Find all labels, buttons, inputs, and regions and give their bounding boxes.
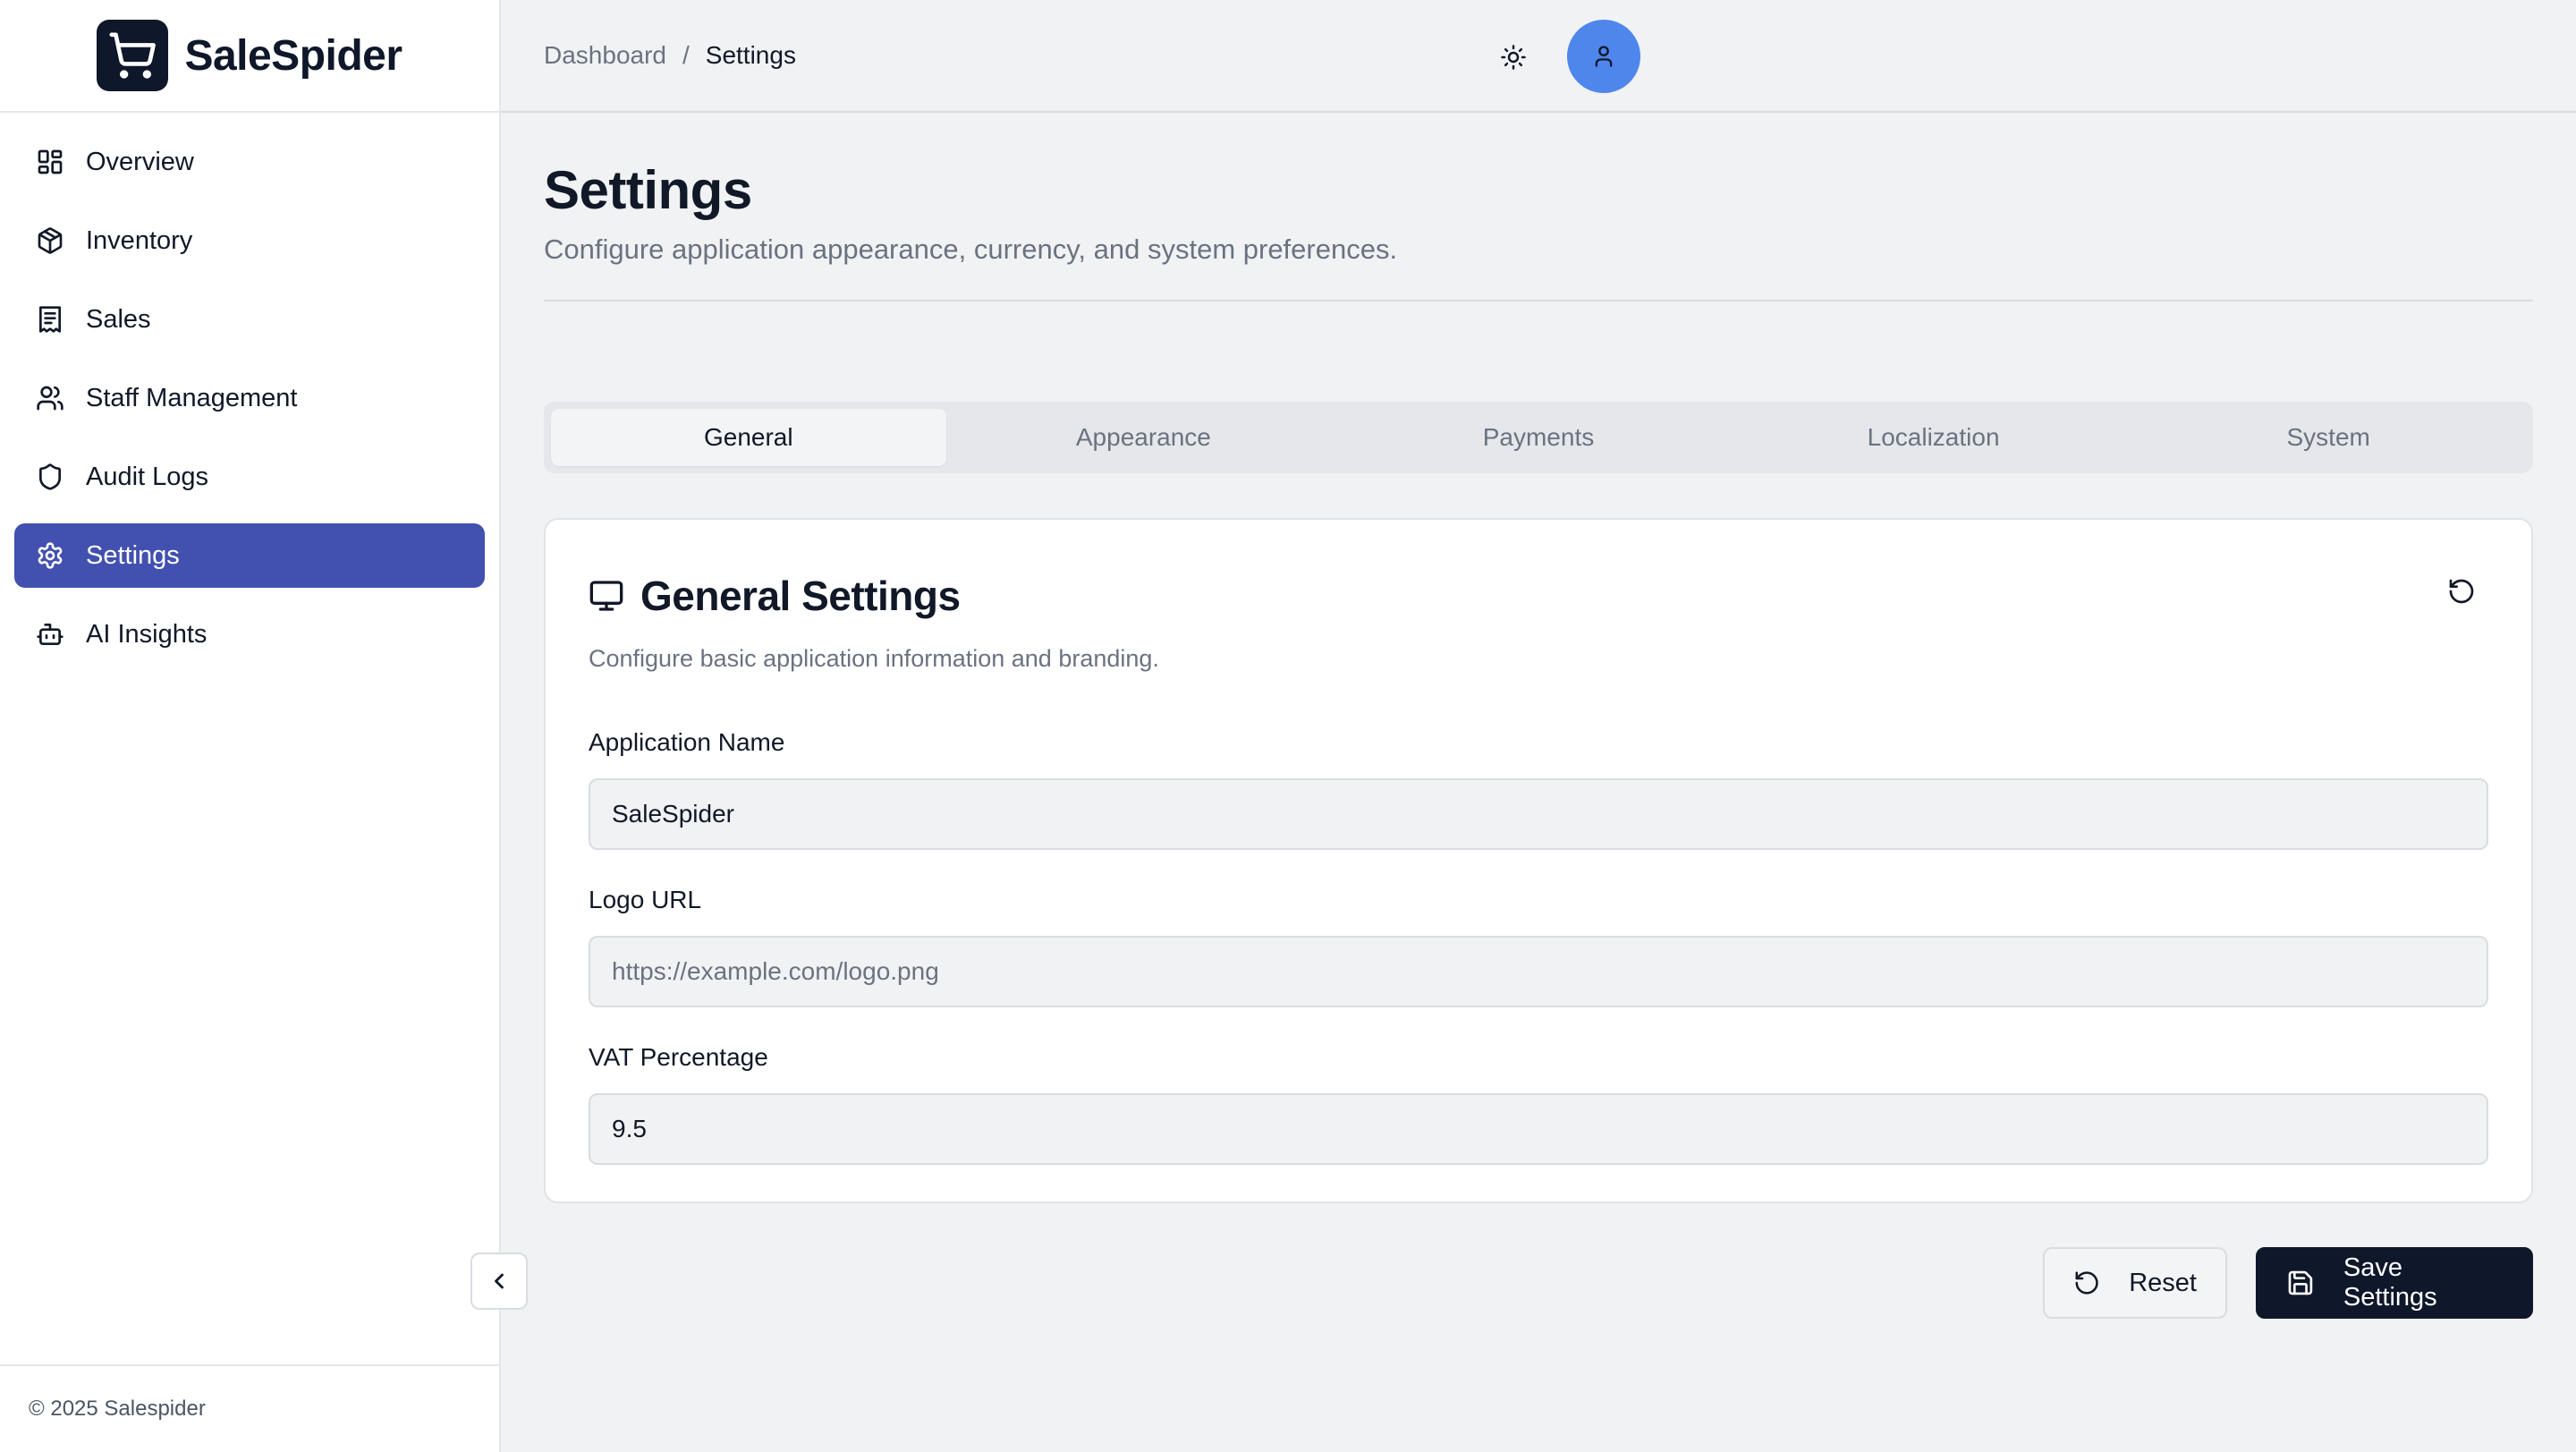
- reset-button-label: Reset: [2129, 1268, 2197, 1297]
- tab-payments[interactable]: Payments: [1341, 409, 1736, 466]
- sidebar-item-label: Sales: [86, 304, 151, 334]
- general-settings-card: General Settings Configure basic applica…: [544, 518, 2533, 1203]
- copyright-text: © 2025 Salespider: [29, 1397, 206, 1421]
- app-name-label: Application Name: [589, 728, 785, 756]
- brand-name: SaleSpider: [184, 31, 402, 80]
- sidebar-item-inventory[interactable]: Inventory: [14, 208, 485, 273]
- monitor-icon: [589, 581, 623, 611]
- breadcrumb-current: Settings: [705, 41, 796, 69]
- sidebar-item-label: Settings: [86, 540, 180, 570]
- sidebar-footer: © 2025 Salespider: [0, 1364, 499, 1452]
- collapse-sidebar-button[interactable]: [470, 1252, 528, 1310]
- sidebar-item-settings[interactable]: Settings: [14, 523, 485, 588]
- sidebar-item-label: Inventory: [86, 225, 193, 255]
- reset-button[interactable]: Reset: [2043, 1247, 2227, 1319]
- tab-general[interactable]: General: [551, 409, 946, 466]
- breadcrumb-dashboard[interactable]: Dashboard: [544, 41, 666, 70]
- user-avatar-button[interactable]: [1567, 20, 1640, 93]
- card-description: Configure basic application information …: [589, 645, 1159, 672]
- package-icon: [38, 227, 63, 254]
- sidebar: SaleSpider Overview Inventory Sales Staf…: [0, 0, 501, 1452]
- save-button-label: Save Settings: [2343, 1253, 2437, 1312]
- reset-section-button[interactable]: [2444, 573, 2479, 609]
- sidebar-item-label: Overview: [86, 147, 194, 176]
- card-title: General Settings: [640, 573, 961, 619]
- breadcrumb-separator: /: [682, 41, 690, 69]
- form-actions: Reset Save Settings: [2043, 1247, 2533, 1319]
- shield-icon: [39, 463, 61, 490]
- settings-tabs: General Appearance Payments Localization…: [544, 402, 2533, 473]
- logo-url-label: Logo URL: [589, 886, 702, 913]
- vat-input[interactable]: [589, 1093, 2488, 1165]
- sidebar-item-audit-logs[interactable]: Audit Logs: [14, 445, 485, 509]
- sidebar-item-sales[interactable]: Sales: [14, 287, 485, 352]
- bot-icon: [37, 624, 64, 645]
- tab-system[interactable]: System: [2131, 409, 2526, 466]
- theme-toggle-button[interactable]: [1496, 39, 1531, 75]
- chevron-left-icon: [495, 1273, 504, 1289]
- page-title: Settings: [544, 160, 752, 220]
- card-header: General Settings: [589, 520, 2488, 620]
- rotate-ccw-icon: [2075, 1271, 2098, 1295]
- sidebar-item-label: Audit Logs: [86, 462, 209, 491]
- users-icon: [37, 386, 64, 411]
- divider: [544, 300, 2533, 301]
- logo-url-input[interactable]: [589, 936, 2488, 1007]
- sidebar-item-staff-management[interactable]: Staff Management: [14, 366, 485, 430]
- receipt-icon: [39, 306, 61, 333]
- breadcrumb: Dashboard / Settings: [544, 41, 796, 70]
- gear-icon: [38, 542, 63, 569]
- sidebar-item-label: Staff Management: [86, 383, 298, 412]
- sidebar-item-ai-insights[interactable]: AI Insights: [14, 602, 485, 667]
- main-content: Settings Configure application appearanc…: [544, 113, 2533, 1319]
- sidebar-item-overview[interactable]: Overview: [14, 130, 485, 194]
- tab-localization[interactable]: Localization: [1736, 409, 2131, 466]
- save-icon: [2288, 1270, 2313, 1295]
- rotate-ccw-icon: [2449, 579, 2474, 604]
- sun-icon: [1501, 45, 1526, 70]
- tab-appearance[interactable]: Appearance: [946, 409, 1342, 466]
- page-subtitle: Configure application appearance, curren…: [544, 234, 1398, 265]
- sidebar-nav: Overview Inventory Sales Staff Managemen…: [0, 113, 499, 667]
- top-bar: Dashboard / Settings: [501, 0, 2576, 113]
- app-name-input[interactable]: [589, 778, 2488, 850]
- cart-icon: [97, 20, 169, 91]
- save-settings-button[interactable]: Save Settings: [2256, 1247, 2533, 1319]
- vat-label: VAT Percentage: [589, 1043, 768, 1071]
- user-icon: [1595, 46, 1613, 67]
- sidebar-item-label: AI Insights: [86, 619, 208, 649]
- grid-icon: [38, 149, 63, 174]
- brand[interactable]: SaleSpider: [0, 0, 499, 113]
